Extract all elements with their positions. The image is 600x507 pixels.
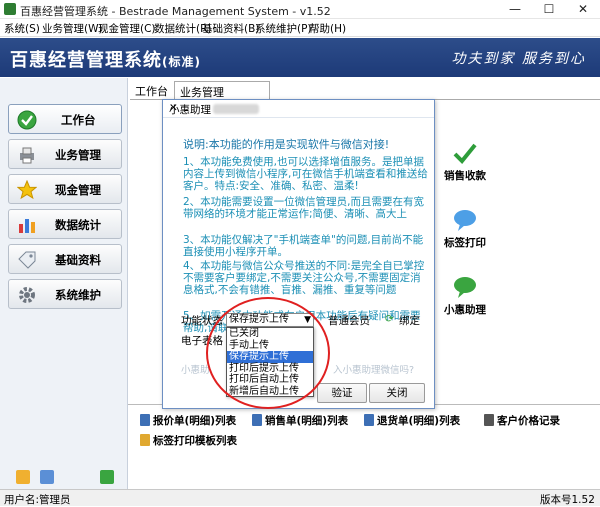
faint-hint-right: 入小惠助理微信吗? bbox=[333, 365, 415, 376]
star-icon bbox=[17, 180, 37, 200]
excel-label: 电子表格 bbox=[181, 335, 223, 347]
dialog-feature-list: 1、本功能免费使用,也可以选择增值服务。是把单据内容上传到微信小程序,可在微信手… bbox=[183, 156, 431, 334]
status-select[interactable]: 保存提示上传 ▼ bbox=[226, 313, 314, 327]
sidebar-item-business[interactable]: 业务管理 bbox=[8, 139, 122, 169]
report-list: 报价单(明细)列表 销售单(明细)列表 退货单(明细)列表 客户价格记录 标签打… bbox=[128, 404, 600, 489]
dialog-close-icon[interactable]: ✕ bbox=[169, 102, 428, 114]
status-label: 功能状态 bbox=[181, 315, 223, 327]
dialog-note: 说明:本功能的作用是实现软件与微信对接! bbox=[183, 138, 390, 151]
header-banner: 百惠经营管理系统(标准) 功夫到家 服务到心 bbox=[0, 38, 600, 77]
menu-maintenance[interactable]: 系统维护(P) bbox=[255, 21, 312, 36]
assistant-icon[interactable] bbox=[452, 274, 478, 300]
status-bar: 用户名:管理员 版本号1.52 bbox=[0, 489, 600, 506]
feature-item: 4、本功能与微信公众号推送的不同:是完全自已掌控不需要客户要绑定,不需要关注公众… bbox=[183, 260, 425, 296]
tag-icon bbox=[18, 251, 36, 269]
bind-link[interactable]: 绑定 bbox=[399, 313, 420, 328]
check-circle-icon bbox=[17, 110, 37, 130]
link-sales-list[interactable]: 销售单(明细)列表 bbox=[252, 413, 348, 428]
dropdown-option[interactable]: 手动上传 bbox=[227, 340, 313, 352]
link-quote-list[interactable]: 报价单(明细)列表 bbox=[140, 413, 236, 428]
tab-bar: 工作台 业务管理 bbox=[130, 81, 600, 99]
sidebar-item-label: 基础资料 bbox=[55, 253, 101, 267]
menu-business[interactable]: 业务管理(W) bbox=[42, 21, 103, 36]
sidebar-item-maintenance[interactable]: 系统维护 bbox=[8, 279, 122, 309]
sidebar-item-label: 业务管理 bbox=[55, 148, 101, 162]
verify-button[interactable]: 验证 bbox=[317, 383, 367, 403]
maximize-button[interactable]: ☐ bbox=[532, 0, 566, 19]
dropdown-option[interactable]: 已关闭 bbox=[227, 328, 313, 340]
sidebar-item-label: 系统维护 bbox=[55, 288, 101, 302]
feature-item: 1、本功能免费使用,也可以选择增值服务。是把单据内容上传到微信小程序,可在微信手… bbox=[183, 156, 428, 192]
close-button[interactable]: ✕ bbox=[566, 0, 600, 19]
dropdown-option[interactable]: 新增后自动上传 bbox=[227, 386, 313, 398]
menu-cash[interactable]: 现金管理(C) bbox=[98, 21, 156, 36]
edition-label: (标准) bbox=[162, 55, 201, 69]
title-bar: 百惠经营管理系统 - Bestrade Management System - … bbox=[0, 0, 600, 19]
sidebar-item-cash[interactable]: 现金管理 bbox=[8, 174, 122, 204]
feature-item: 3、本功能仅解决了"手机端查单"的问题,目前尚不能直接使用小程序开单。 bbox=[183, 234, 424, 258]
assistant-dialog: 小惠助理 ✕ 说明:本功能的作用是实现软件与微信对接! 1、本功能免费使用,也可… bbox=[162, 99, 435, 409]
faint-hint-left: 小惠助 bbox=[181, 365, 210, 376]
sidebar-item-label: 数据统计 bbox=[55, 218, 101, 232]
app-icon bbox=[4, 3, 16, 15]
sidebar-item-basic-data[interactable]: 基础资料 bbox=[8, 244, 122, 274]
chat-icon[interactable] bbox=[40, 470, 54, 484]
tab-workbench[interactable]: 工作台 bbox=[130, 81, 173, 99]
menu-basic-data[interactable]: 基础资料(B) bbox=[202, 21, 259, 36]
dropdown-option[interactable]: 打印后自动上传 bbox=[227, 374, 313, 386]
menu-bar: 系统(S) 业务管理(W) 现金管理(C) 数据统计(R) 基础资料(B) 系统… bbox=[0, 19, 600, 37]
close-dialog-button[interactable]: 关闭 bbox=[369, 383, 425, 403]
chevron-down-icon: ▼ bbox=[304, 315, 311, 325]
sidebar-item-label: 现金管理 bbox=[55, 183, 101, 197]
gear-icon bbox=[19, 287, 35, 303]
sidebar: 工作台 业务管理 现金管理 数据统计 基础资料 系统维护 bbox=[0, 78, 128, 489]
link-label-template-list[interactable]: 标签打印模板列表 bbox=[140, 433, 237, 448]
shortcut-sales-receipt[interactable]: 销售收款 bbox=[444, 168, 486, 183]
link-customer-price[interactable]: 客户价格记录 bbox=[484, 413, 560, 428]
sidebar-item-label: 工作台 bbox=[61, 113, 96, 127]
pencil-icon[interactable] bbox=[16, 470, 30, 484]
status-dropdown-list: 已关闭 手动上传 保存提示上传 打印后提示上传 打印后自动上传 新增后自动上传 bbox=[226, 327, 314, 397]
minimize-button[interactable]: — bbox=[498, 0, 532, 19]
member-label: 普通会员 bbox=[328, 315, 370, 327]
printer-icon bbox=[20, 147, 34, 164]
chat-bubble-icon[interactable] bbox=[452, 207, 478, 233]
window-title: 百惠经营管理系统 - Bestrade Management System - … bbox=[20, 5, 331, 18]
checkmark-icon[interactable] bbox=[452, 140, 478, 166]
feature-item: 2、本功能需要设置一位微信管理员,而且需要在有宽带网络的环境才能正常运作;简便、… bbox=[183, 196, 425, 220]
refresh-icon[interactable]: ⟳ bbox=[385, 313, 394, 325]
refresh-icon[interactable] bbox=[100, 470, 114, 484]
bar-chart-icon bbox=[19, 219, 35, 233]
shortcut-label-print[interactable]: 标签打印 bbox=[444, 235, 486, 250]
dropdown-option[interactable]: 打印后提示上传 bbox=[227, 363, 313, 375]
menu-system[interactable]: 系统(S) bbox=[4, 21, 40, 36]
dialog-title-bar: 小惠助理 ✕ bbox=[163, 100, 434, 118]
menu-help[interactable]: 帮助(H) bbox=[309, 21, 346, 36]
dropdown-option-selected[interactable]: 保存提示上传 bbox=[227, 351, 313, 363]
shortcut-assistant[interactable]: 小惠助理 bbox=[444, 302, 486, 317]
slogan: 功夫到家 服务到心 bbox=[451, 51, 586, 67]
link-return-list[interactable]: 退货单(明细)列表 bbox=[364, 413, 460, 428]
status-user: 用户名:管理员 bbox=[4, 494, 71, 506]
status-version: 版本号1.52 bbox=[540, 494, 595, 506]
sidebar-item-statistics[interactable]: 数据统计 bbox=[8, 209, 122, 239]
app-logo: 百惠经营管理系统(标准) bbox=[10, 50, 201, 71]
sidebar-item-workbench[interactable]: 工作台 bbox=[8, 104, 122, 134]
tab-business[interactable]: 业务管理 bbox=[174, 81, 270, 99]
